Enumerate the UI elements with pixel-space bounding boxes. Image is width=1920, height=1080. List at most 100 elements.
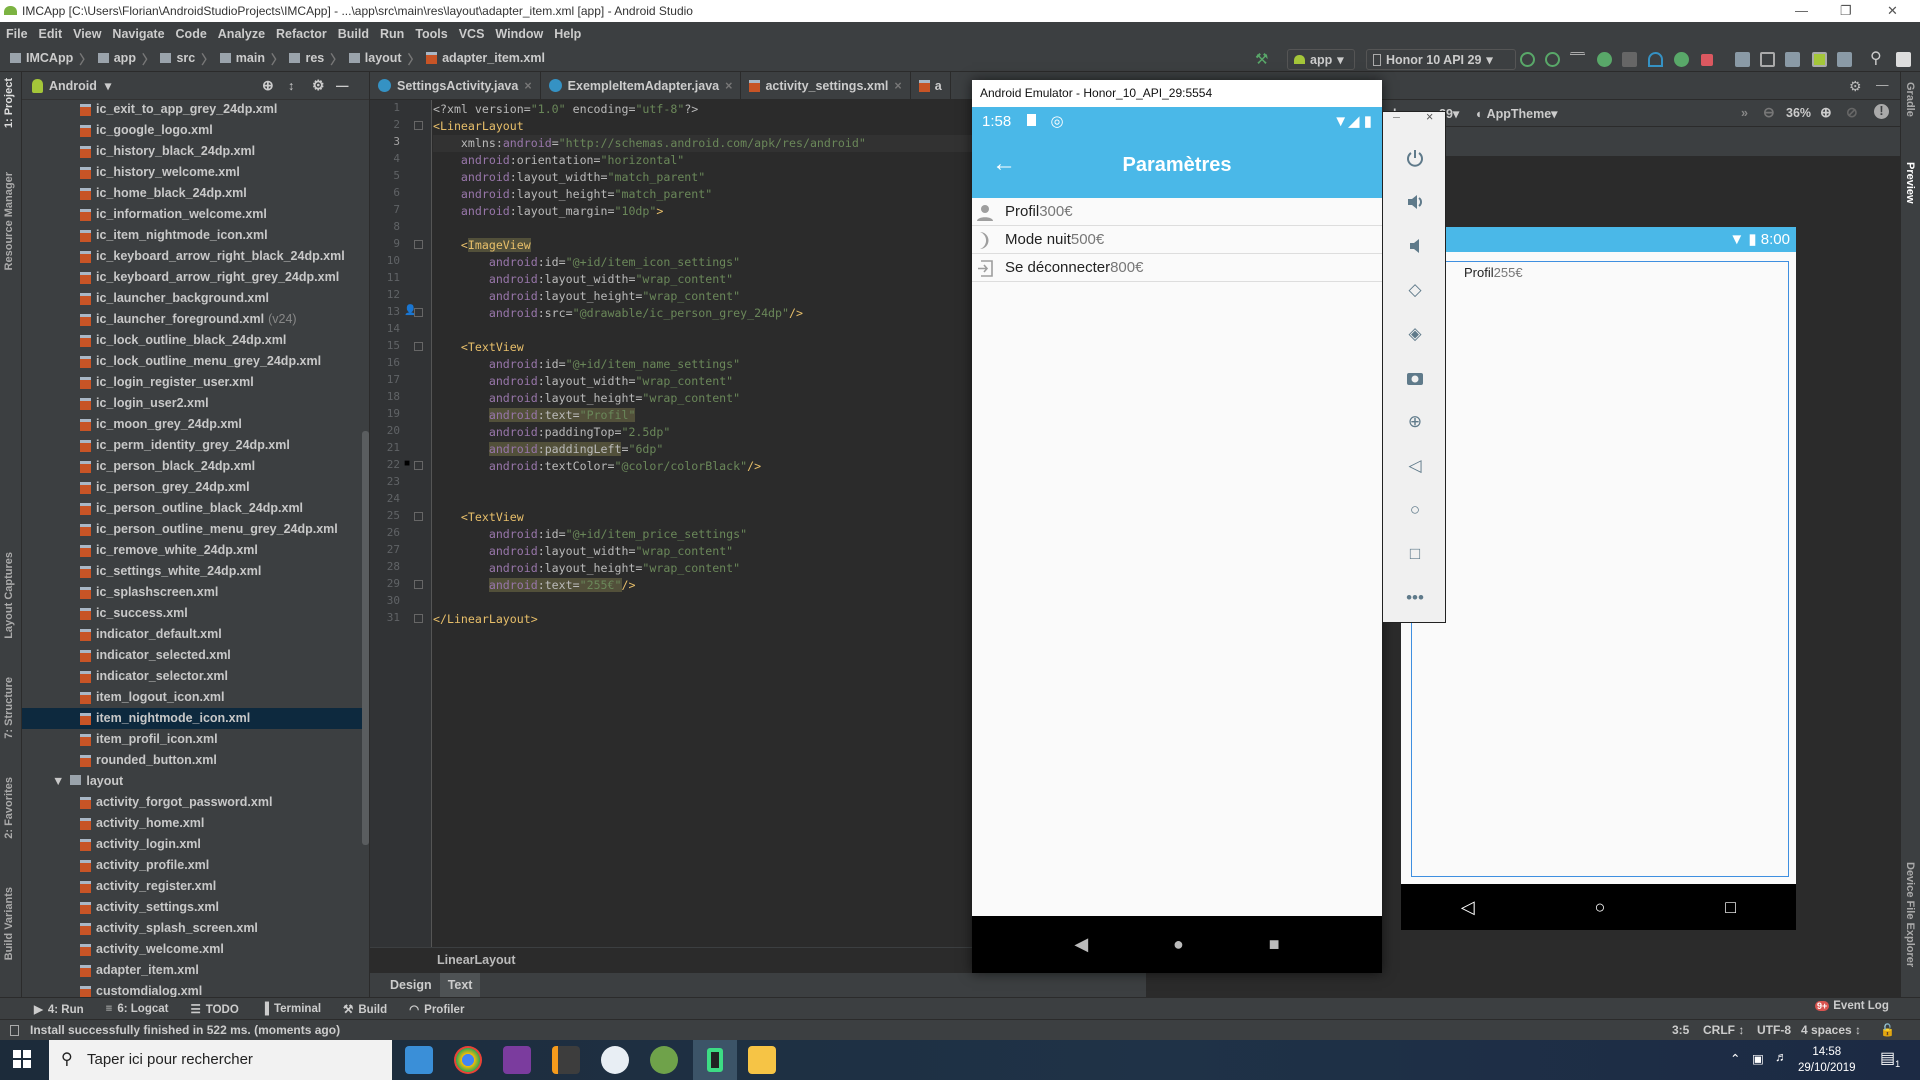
expand-arrow-icon[interactable]: ▼ xyxy=(52,774,64,788)
tree-item[interactable]: ic_keyboard_arrow_right_grey_24dp.xml xyxy=(22,267,364,288)
editor-tab[interactable]: SettingsActivity.java × xyxy=(370,72,541,99)
minimize-button[interactable]: — xyxy=(1795,0,1808,22)
tree-item[interactable]: ic_launcher_background.xml xyxy=(22,288,364,309)
menu-run[interactable]: Run xyxy=(380,27,404,41)
volume-icon[interactable]: ♬ xyxy=(1775,1050,1788,1064)
avd-manager-icon[interactable] xyxy=(1812,52,1827,67)
close-tab-icon[interactable]: × xyxy=(524,79,531,93)
menu-vcs[interactable]: VCS xyxy=(459,27,485,41)
tree-item[interactable]: activity_forgot_password.xml xyxy=(22,792,364,813)
gear-icon[interactable]: ⚙ xyxy=(1849,78,1862,95)
chrome-icon[interactable] xyxy=(454,1046,482,1074)
tree-item[interactable]: ic_launcher_foreground.xml (v24) xyxy=(22,309,364,330)
editor-tab[interactable]: a xyxy=(911,72,951,99)
close-tab-icon[interactable]: × xyxy=(894,79,901,93)
tree-item[interactable]: ic_moon_grey_24dp.xml xyxy=(22,414,364,435)
tree-item[interactable]: ic_success.xml xyxy=(22,603,364,624)
sync-gradle-icon[interactable] xyxy=(1785,52,1800,67)
tool-device-file-explorer[interactable]: Device File Explorer xyxy=(1904,862,1916,967)
tree-item[interactable]: ic_person_outline_menu_grey_24dp.xml xyxy=(22,519,364,540)
menu-view[interactable]: View xyxy=(73,27,101,41)
windows-start-icon[interactable] xyxy=(13,1050,31,1068)
menu-file[interactable]: File xyxy=(6,27,28,41)
warning-icon[interactable]: ! xyxy=(1874,104,1889,119)
tree-item[interactable]: item_logout_icon.xml xyxy=(22,687,364,708)
run-config-dropdown[interactable]: app ▾ xyxy=(1287,49,1355,70)
tree-item[interactable]: activity_profile.xml xyxy=(22,855,364,876)
rotate-right-icon[interactable]: ◈ xyxy=(1403,322,1427,346)
toolwindow-run[interactable]: ▶ 4: Run xyxy=(34,1002,84,1016)
close-tab-icon[interactable]: × xyxy=(725,79,732,93)
tool-preview[interactable]: Preview xyxy=(1904,162,1916,204)
tool-structure[interactable]: 7: Structure xyxy=(3,677,15,739)
tree-item[interactable]: ic_login_register_user.xml xyxy=(22,372,364,393)
sublime-text-icon[interactable] xyxy=(552,1046,580,1074)
volume-up-icon[interactable] xyxy=(1403,190,1427,214)
tree-item[interactable]: indicator_default.xml xyxy=(22,624,364,645)
fold-icon[interactable] xyxy=(414,614,423,623)
menu-window[interactable]: Window xyxy=(495,27,543,41)
file-explorer-icon[interactable] xyxy=(748,1046,776,1074)
tool-build-variants[interactable]: Build Variants xyxy=(3,887,15,960)
tree-item[interactable]: ic_lock_outline_black_24dp.xml xyxy=(22,330,364,351)
power-icon[interactable] xyxy=(1403,146,1427,170)
caret-position[interactable]: 3:5 xyxy=(1672,1020,1689,1041)
editor-tab[interactable]: ExempleItemAdapter.java × xyxy=(541,72,742,99)
breadcrumb-item[interactable]: res 〉 xyxy=(289,49,343,68)
taskbar-app-icon[interactable] xyxy=(405,1046,433,1074)
tree-item[interactable]: rounded_button.xml xyxy=(22,750,364,771)
attach-debugger-icon[interactable] xyxy=(1674,52,1689,67)
tree-item[interactable]: ic_google_logo.xml xyxy=(22,120,364,141)
tab-text[interactable]: Text xyxy=(439,973,481,997)
notifications-icon[interactable]: ▤1 xyxy=(1880,1048,1900,1069)
breadcrumb-item[interactable]: adapter_item.xml xyxy=(426,51,545,65)
device-file-icon[interactable] xyxy=(1837,52,1852,67)
tree-item[interactable]: indicator_selector.xml xyxy=(22,666,364,687)
close-icon[interactable]: × xyxy=(1426,110,1433,124)
fold-icon[interactable] xyxy=(414,308,423,317)
collapse-all-icon[interactable]: ↕ xyxy=(288,79,294,93)
zoom-icon[interactable]: ⊕ xyxy=(1403,410,1427,434)
tree-item[interactable]: ic_exit_to_app_grey_24dp.xml xyxy=(22,99,364,120)
tree-item[interactable]: ic_home_black_24dp.xml xyxy=(22,183,364,204)
breadcrumb-item[interactable]: main 〉 xyxy=(219,49,283,68)
tree-item[interactable]: item_nightmode_icon.xml xyxy=(22,708,364,729)
menu-analyze[interactable]: Analyze xyxy=(218,27,265,41)
tree-item[interactable]: activity_welcome.xml xyxy=(22,939,364,960)
tree-item[interactable]: activity_home.xml xyxy=(22,813,364,834)
toolwindow-profiler[interactable]: ◠ Profiler xyxy=(409,1002,464,1016)
toolwindow-terminal[interactable]: ▐ Terminal xyxy=(261,1003,321,1015)
tree-item[interactable]: ic_perm_identity_grey_24dp.xml xyxy=(22,435,364,456)
fold-icon[interactable] xyxy=(414,580,423,589)
menu-navigate[interactable]: Navigate xyxy=(112,27,164,41)
tool-gradle[interactable]: Gradle xyxy=(1904,82,1916,117)
tree-item[interactable]: ic_history_black_24dp.xml xyxy=(22,141,364,162)
emulator-taskbar-active[interactable] xyxy=(693,1040,737,1080)
nav-overview-icon[interactable]: ■ xyxy=(1269,934,1280,955)
taskbar-clock[interactable]: 14:58 29/10/2019 xyxy=(1798,1044,1856,1076)
build-hammer-icon[interactable]: ⚒ xyxy=(1255,50,1268,68)
tree-item[interactable]: ic_item_nightmode_icon.xml xyxy=(22,225,364,246)
toolwindow-build[interactable]: ⚒ Build xyxy=(343,1002,387,1016)
tree-item[interactable]: item_profil_icon.xml xyxy=(22,729,364,750)
taskbar-search[interactable]: ⚲ Taper ici pour rechercher xyxy=(49,1040,392,1080)
menu-help[interactable]: Help xyxy=(554,27,581,41)
volume-down-icon[interactable] xyxy=(1403,234,1427,258)
tree-item[interactable]: ic_person_grey_24dp.xml xyxy=(22,477,364,498)
clock-app-icon[interactable] xyxy=(601,1046,629,1074)
tree-item[interactable]: ic_keyboard_arrow_right_black_24dp.xml xyxy=(22,246,364,267)
user-avatar[interactable] xyxy=(1896,52,1911,67)
home-icon[interactable]: ○ xyxy=(1403,498,1427,522)
tree-item[interactable]: ic_person_black_24dp.xml xyxy=(22,456,364,477)
fold-icon[interactable] xyxy=(414,121,423,130)
tree-item[interactable]: ic_login_user2.xml xyxy=(22,393,364,414)
debug-icon[interactable] xyxy=(1597,52,1612,67)
apply-code-changes-icon[interactable] xyxy=(1545,52,1560,67)
stop-icon[interactable] xyxy=(1701,54,1713,66)
menu-tools[interactable]: Tools xyxy=(415,27,447,41)
zoom-fit-icon[interactable]: ⊘ xyxy=(1846,104,1858,121)
apply-changes-icon[interactable] xyxy=(1520,52,1535,67)
network-icon[interactable]: ▣ xyxy=(1752,1051,1764,1066)
editor-breadcrumb[interactable]: LinearLayout xyxy=(370,947,972,973)
project-structure-icon[interactable] xyxy=(1735,52,1750,67)
